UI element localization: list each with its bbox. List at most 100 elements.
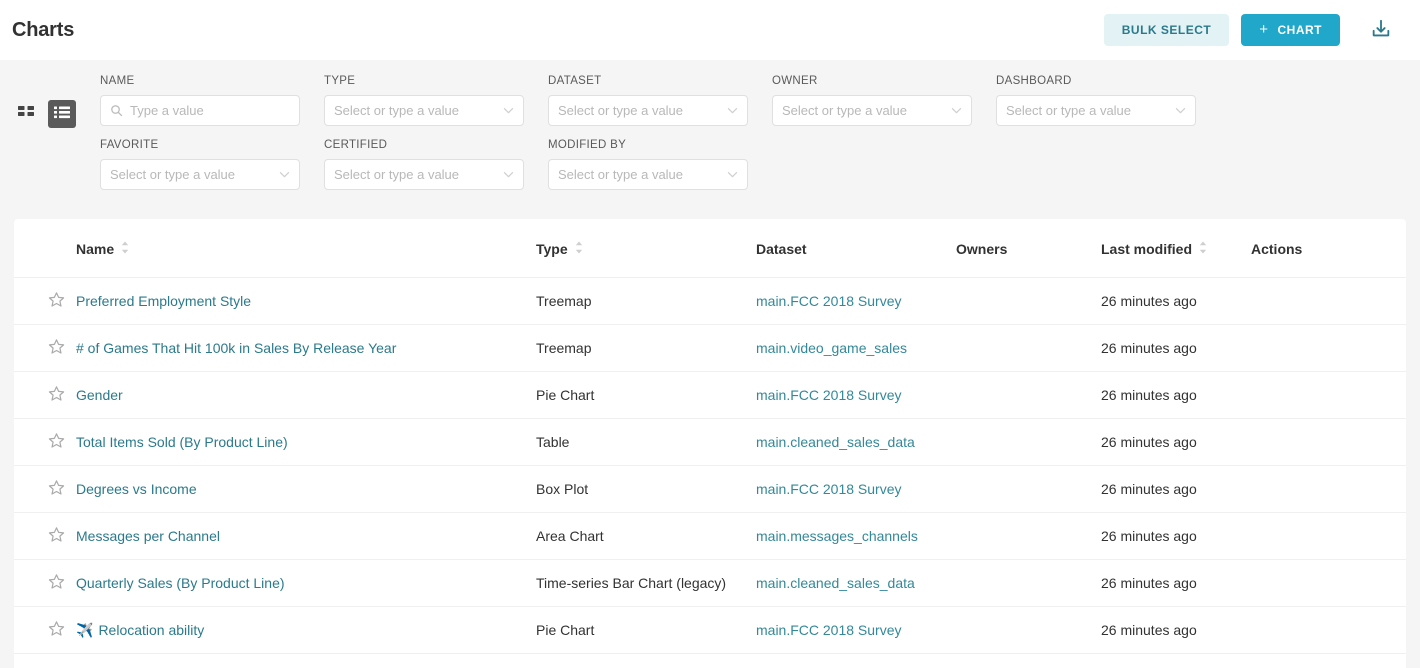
bulk-select-button[interactable]: BULK SELECT bbox=[1103, 14, 1230, 46]
filter-name-label: NAME bbox=[100, 75, 135, 87]
chart-name-link[interactable]: Messages per Channel bbox=[76, 528, 220, 544]
dataset-link[interactable]: main.cleaned_sales_data bbox=[756, 434, 915, 450]
chart-name-cell: Degrees vs Income bbox=[76, 465, 536, 513]
actions-cell[interactable] bbox=[1251, 371, 1406, 419]
chart-name-link[interactable]: Degrees vs Income bbox=[76, 481, 197, 497]
star-icon[interactable] bbox=[48, 291, 65, 308]
column-header-last-modified-label: Last modified bbox=[1101, 241, 1193, 257]
favorite-cell bbox=[14, 559, 76, 607]
actions-cell[interactable] bbox=[1251, 418, 1406, 466]
chart-name-link[interactable]: Preferred Employment Style bbox=[76, 293, 251, 309]
actions-cell[interactable] bbox=[1251, 465, 1406, 513]
chart-name-link[interactable]: Gender bbox=[76, 387, 123, 403]
chevron-down-icon bbox=[951, 107, 962, 114]
actions-cell[interactable] bbox=[1251, 559, 1406, 607]
chart-name-link[interactable]: Relocation ability bbox=[98, 622, 204, 638]
filter-bar: NAME Type a value TYPE Select or type a … bbox=[0, 60, 1420, 216]
filter-modified-by: MODIFIED BY Select or type a value bbox=[548, 138, 772, 202]
card-view-toggle[interactable] bbox=[12, 100, 40, 128]
dataset-link[interactable]: main.FCC 2018 Survey bbox=[756, 387, 902, 403]
list-view-toggle[interactable] bbox=[48, 100, 76, 128]
chart-emoji: ✈️ bbox=[76, 621, 94, 638]
chart-name-link[interactable]: Quarterly Sales (By Product Line) bbox=[76, 575, 285, 591]
chart-type-cell: Big Number with Trendline bbox=[536, 653, 756, 668]
filter-owner-label: OWNER bbox=[772, 75, 818, 87]
chevron-down-icon bbox=[1175, 107, 1186, 114]
dataset-select[interactable]: Select or type a value bbox=[548, 95, 748, 126]
star-icon[interactable] bbox=[48, 620, 65, 637]
chart-type-cell: Area Chart bbox=[536, 512, 756, 560]
last-modified-cell: 26 minutes ago bbox=[1101, 371, 1251, 419]
column-header-name-label: Name bbox=[76, 241, 115, 257]
column-header-last-modified[interactable]: Last modified bbox=[1101, 219, 1251, 278]
chart-type-cell: Pie Chart bbox=[536, 371, 756, 419]
star-icon[interactable] bbox=[48, 432, 65, 449]
modified-by-select[interactable]: Select or type a value bbox=[548, 159, 748, 190]
filter-name: NAME Type a value bbox=[100, 74, 324, 138]
type-select[interactable]: Select or type a value bbox=[324, 95, 524, 126]
dataset-link[interactable]: main.FCC 2018 Survey bbox=[756, 293, 902, 309]
actions-cell[interactable] bbox=[1251, 277, 1406, 325]
star-icon[interactable] bbox=[48, 479, 65, 496]
last-modified-cell: 26 minutes ago bbox=[1101, 418, 1251, 466]
page-title: Charts bbox=[12, 18, 75, 41]
dataset-cell: main.FCC 2018 Survey bbox=[756, 465, 956, 513]
owners-cell bbox=[956, 277, 1101, 325]
sort-icon bbox=[121, 241, 129, 257]
add-chart-button[interactable]: + CHART bbox=[1241, 14, 1340, 46]
actions-cell[interactable] bbox=[1251, 653, 1406, 668]
sort-icon bbox=[1199, 241, 1207, 257]
actions-cell[interactable] bbox=[1251, 512, 1406, 560]
star-icon[interactable] bbox=[48, 573, 65, 590]
dataset-link[interactable]: main.FCC 2018 Survey bbox=[756, 622, 902, 638]
chart-name-cell: Quarterly Sales (By Product Line) bbox=[76, 559, 536, 607]
actions-cell[interactable] bbox=[1251, 606, 1406, 654]
chevron-down-icon bbox=[503, 107, 514, 114]
star-icon[interactable] bbox=[48, 385, 65, 402]
type-select-placeholder: Select or type a value bbox=[334, 103, 460, 118]
actions-cell[interactable] bbox=[1251, 324, 1406, 372]
column-header-dataset-label: Dataset bbox=[756, 241, 807, 257]
dataset-cell: main.FCC 2018 Survey bbox=[756, 277, 956, 325]
owner-select[interactable]: Select or type a value bbox=[772, 95, 972, 126]
chevron-down-icon bbox=[727, 171, 738, 178]
table-row: ✈️ Relocation ability Pie Chart main.FCC 20… bbox=[14, 606, 1406, 654]
chart-name-link[interactable]: # of Games That Hit 100k in Sales By Rel… bbox=[76, 340, 396, 356]
column-header-actions: Actions bbox=[1251, 219, 1406, 278]
filter-owner: OWNER Select or type a value bbox=[772, 74, 996, 138]
search-icon bbox=[110, 104, 123, 117]
chart-name-cell: # of Games That Hit 100k in Sales By Rel… bbox=[76, 324, 536, 372]
filter-certified: CERTIFIED Select or type a value bbox=[324, 138, 548, 202]
filter-favorite-label: FAVORITE bbox=[100, 139, 159, 151]
column-header-type-label: Type bbox=[536, 241, 568, 257]
chart-name-cell: Gender bbox=[76, 371, 536, 419]
view-toggle-group bbox=[0, 74, 100, 128]
table-row: # of Games That Hit 100k in Sales By Rel… bbox=[14, 324, 1406, 372]
last-modified-cell: 26 minutes ago bbox=[1101, 277, 1251, 325]
certified-select[interactable]: Select or type a value bbox=[324, 159, 524, 190]
star-icon[interactable] bbox=[48, 338, 65, 355]
charts-table-container: Name Type Dataset Owners Last modified A… bbox=[14, 219, 1406, 668]
column-header-name[interactable]: Name bbox=[76, 219, 536, 278]
dataset-link[interactable]: main.cleaned_sales_data bbox=[756, 575, 915, 591]
plus-icon: + bbox=[1259, 20, 1269, 38]
page-header: Charts BULK SELECT + CHART bbox=[0, 0, 1420, 60]
dataset-cell: main.cleaned_sales_data bbox=[756, 559, 956, 607]
filter-modified-by-label: MODIFIED BY bbox=[548, 139, 627, 151]
dataset-link[interactable]: main.FCC 2018 Survey bbox=[756, 481, 902, 497]
column-header-type[interactable]: Type bbox=[536, 219, 756, 278]
import-button[interactable] bbox=[1366, 15, 1396, 45]
download-icon bbox=[1370, 18, 1392, 43]
search-input[interactable]: Type a value bbox=[100, 95, 300, 126]
dataset-link[interactable]: main.messages_channels bbox=[756, 528, 918, 544]
dashboard-select[interactable]: Select or type a value bbox=[996, 95, 1196, 126]
favorite-select[interactable]: Select or type a value bbox=[100, 159, 300, 190]
favorite-cell bbox=[14, 465, 76, 513]
dataset-link[interactable]: main.video_game_sales bbox=[756, 340, 907, 356]
table-row: Weekly MessagesBig Number with Trendline… bbox=[14, 653, 1406, 668]
dataset-select-placeholder: Select or type a value bbox=[558, 103, 684, 118]
chart-name-link[interactable]: Total Items Sold (By Product Line) bbox=[76, 434, 288, 450]
star-icon[interactable] bbox=[48, 526, 65, 543]
chevron-down-icon bbox=[503, 171, 514, 178]
favorite-cell bbox=[14, 371, 76, 419]
